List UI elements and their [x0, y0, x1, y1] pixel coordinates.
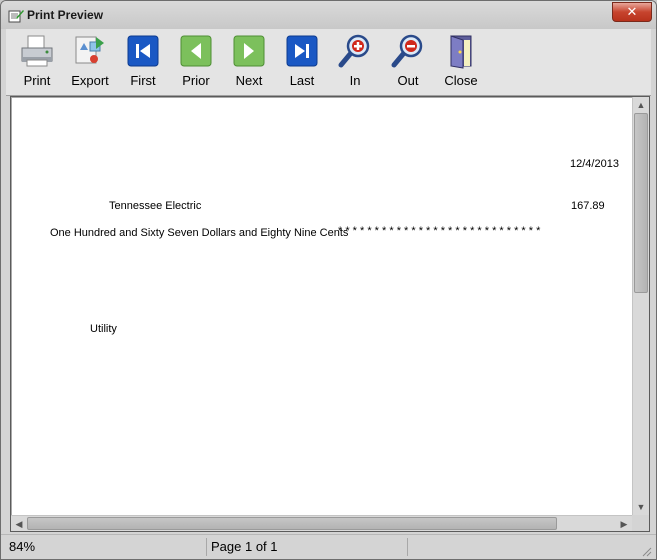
- close-label: Close: [444, 73, 478, 88]
- window-title: Print Preview: [27, 8, 104, 22]
- export-button[interactable]: Export: [65, 33, 115, 91]
- horizontal-scroll-thumb[interactable]: [27, 517, 557, 530]
- scroll-up-arrow-icon[interactable]: ▲: [633, 97, 649, 113]
- preview-pane[interactable]: 12/4/2013 Tennessee Electric 167.89 One …: [10, 96, 650, 532]
- zoom-out-label: Out: [397, 73, 419, 88]
- scroll-right-arrow-icon[interactable]: ▶: [616, 516, 632, 532]
- zoom-out-icon: [391, 34, 423, 68]
- status-divider: [206, 538, 207, 556]
- zoom-level: 84%: [9, 539, 36, 554]
- next-button[interactable]: Next: [224, 33, 274, 91]
- check-amount-words: One Hundred and Sixty Seven Dollars and …: [50, 227, 349, 239]
- status-bar: 84% Page 1 of 1: [1, 534, 656, 559]
- vertical-scroll-thumb[interactable]: [634, 113, 648, 293]
- check-payee: Tennessee Electric: [109, 200, 202, 212]
- scroll-down-arrow-icon[interactable]: ▼: [633, 499, 649, 515]
- scrollbar-corner: [632, 515, 649, 531]
- first-button[interactable]: First: [118, 33, 168, 91]
- close-button[interactable]: Close: [436, 33, 486, 91]
- status-divider: [407, 538, 408, 556]
- export-icon: [75, 36, 104, 64]
- window-close-button[interactable]: ✕: [612, 2, 652, 22]
- print-button[interactable]: Print: [12, 33, 62, 91]
- zoom-in-icon: [338, 34, 370, 68]
- first-page-icon: [127, 35, 159, 67]
- export-label: Export: [71, 73, 109, 88]
- horizontal-scrollbar[interactable]: ◀ ▶: [11, 515, 632, 531]
- printer-icon: [21, 35, 53, 67]
- next-label: Next: [235, 73, 263, 88]
- check-amount: 167.89: [571, 200, 605, 212]
- check-fill-stars: * * * * * * * * * * * * * * * * * * * * …: [338, 225, 541, 237]
- zoom-out-button[interactable]: Out: [383, 33, 433, 91]
- next-page-icon: [233, 35, 265, 67]
- prior-label: Prior: [182, 73, 210, 88]
- last-label: Last: [289, 73, 315, 88]
- scroll-left-arrow-icon[interactable]: ◀: [11, 516, 27, 532]
- prior-page-icon: [180, 35, 212, 67]
- document-page: 12/4/2013 Tennessee Electric 167.89 One …: [12, 98, 632, 516]
- print-preview-icon: [8, 10, 24, 23]
- print-label: Print: [23, 73, 51, 88]
- check-date: 12/4/2013: [570, 158, 619, 170]
- check-memo: Utility: [90, 323, 117, 335]
- zoom-in-label: In: [349, 73, 361, 88]
- last-button[interactable]: Last: [277, 33, 327, 91]
- toolbar: Print Export First Prior Next Last In Ou…: [6, 29, 651, 96]
- zoom-in-button[interactable]: In: [330, 33, 380, 91]
- resize-grip-icon[interactable]: [640, 545, 652, 557]
- print-preview-window: Print Preview ✕ Print Export First Prior…: [0, 0, 657, 560]
- title-bar: Print Preview ✕: [1, 1, 656, 29]
- page-indicator: Page 1 of 1: [211, 539, 278, 554]
- door-exit-icon: [450, 35, 472, 69]
- vertical-scrollbar[interactable]: ▲ ▼: [632, 97, 649, 515]
- last-page-icon: [286, 35, 318, 67]
- prior-button[interactable]: Prior: [171, 33, 221, 91]
- first-label: First: [130, 73, 156, 88]
